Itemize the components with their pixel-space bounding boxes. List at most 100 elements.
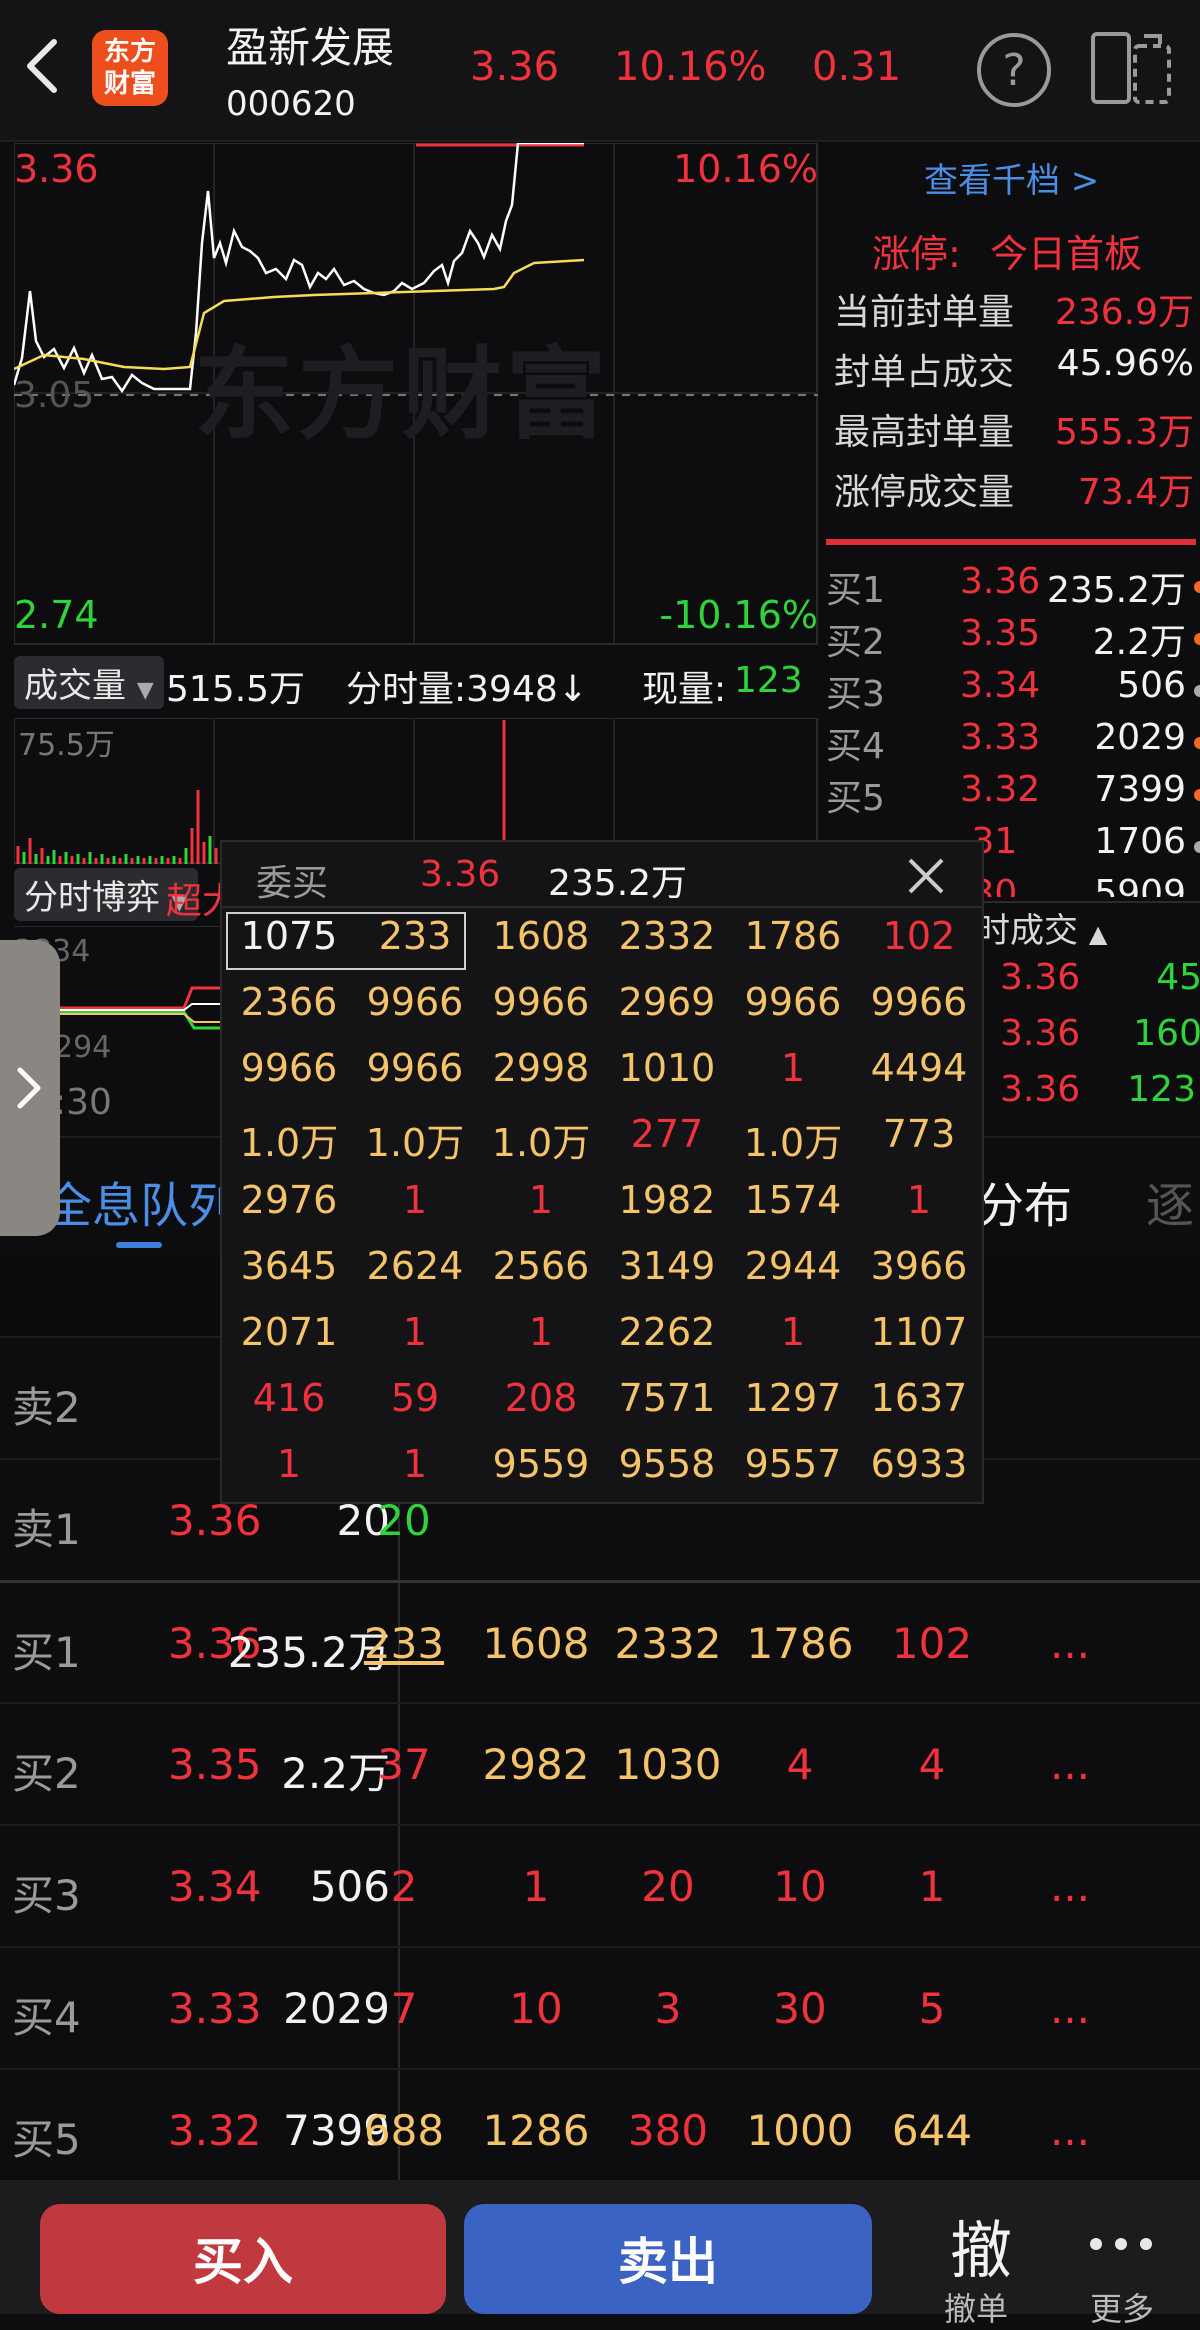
limit-up-value: 今日首板 (990, 232, 1143, 276)
status-dot-icon (1194, 685, 1200, 697)
volume-total: 515.5万 (166, 669, 306, 710)
queue-cell[interactable]: 2944 (730, 1244, 856, 1288)
queue-cell[interactable]: 2998 (478, 1046, 604, 1090)
volume-dropdown-label: 成交量 (24, 666, 126, 706)
queue-cell[interactable]: 7571 (604, 1376, 730, 1420)
close-icon[interactable] (906, 856, 946, 896)
queue-cell[interactable]: 1608 (478, 914, 604, 958)
queue-cell[interactable]: 1107 (856, 1310, 982, 1354)
queue-cell[interactable]: 1 (730, 1046, 856, 1090)
chart-bottom-percent: -10.16% (659, 593, 818, 637)
queue-cell[interactable]: 1.0万 (352, 1112, 478, 1167)
queue-cell[interactable]: 1 (352, 1178, 478, 1222)
chevron-right-icon (17, 1067, 41, 1109)
level-row[interactable]: 买5 3.32 7399 688 1286 380 1000 644... (0, 2068, 1200, 2182)
buy-queue-popup[interactable]: 委买 3.36 235.2万 1075 233 1608 2332 1786 102 236… (220, 840, 984, 1504)
ob-label: 买2 (826, 622, 885, 663)
queue-cell[interactable]: 1 (730, 1310, 856, 1354)
level-row[interactable]: 买4 3.33 2029 7 10 3 30 5... (0, 1946, 1200, 2070)
queue-cell[interactable]: 1 (352, 1442, 478, 1486)
tab-tick-by-tick[interactable]: 逐 (1146, 1166, 1194, 1236)
chart-top-percent: 10.16% (673, 147, 818, 191)
queue-cell[interactable]: 277 (604, 1112, 730, 1156)
queue-cell[interactable]: 1.0万 (730, 1112, 856, 1167)
queue-cell[interactable]: 1 (478, 1178, 604, 1222)
queue-cell[interactable]: 773 (856, 1112, 982, 1156)
queue-cell[interactable]: 9966 (856, 980, 982, 1024)
level-label: 买2 (12, 1749, 81, 1798)
dropdown-arrow-icon: ▼ (136, 678, 154, 703)
queue-cell[interactable]: 2624 (352, 1244, 478, 1288)
ob-qty: 506 (1117, 665, 1186, 706)
queue-cell[interactable]: 2262 (604, 1310, 730, 1354)
queue-cell[interactable]: 3149 (604, 1244, 730, 1288)
queue-cell[interactable]: 9966 (478, 980, 604, 1024)
queue-cell[interactable]: 2071 (226, 1310, 352, 1354)
queue-order-size: 2332 (614, 1619, 722, 1668)
queue-cell[interactable]: 416 (226, 1376, 352, 1420)
switch-layout-icon[interactable] (1090, 30, 1174, 106)
queue-cell[interactable]: 208 (478, 1376, 604, 1420)
queue-cell[interactable]: 102 (856, 914, 982, 958)
tab-queue[interactable]: 全息队列 (44, 1166, 236, 1236)
queue-cell[interactable]: 9558 (604, 1442, 730, 1486)
intraday-chart[interactable]: 东方财富 3.36 10.16% 3.05 2.74 -10.16% (14, 143, 818, 645)
queue-cell[interactable]: 1010 (604, 1046, 730, 1090)
queue-cell[interactable]: 2969 (604, 980, 730, 1024)
chart-watermark: 东方财富 (194, 336, 610, 453)
level-row[interactable]: 买1 3.36 235.2万 233 1608 2332 1786 102... (0, 1580, 1200, 1705)
buy-button[interactable]: 买入 (40, 2204, 446, 2314)
queue-order-size: 10 (773, 1862, 827, 1911)
side-drawer-handle[interactable] (0, 940, 60, 1236)
queue-cell[interactable]: 233 (352, 914, 478, 958)
queue-cell[interactable]: 2366 (226, 980, 352, 1024)
more-button[interactable]: 更多 (1080, 2180, 1200, 2328)
ob-qty: 2029 (1094, 717, 1186, 758)
trades-title[interactable]: 时成交 ▲ (976, 903, 1107, 952)
queue-cell[interactable]: 2976 (226, 1178, 352, 1222)
queue-cell[interactable]: 59 (352, 1376, 478, 1420)
level-label: 卖1 (12, 1505, 81, 1554)
queue-cell[interactable]: 9557 (730, 1442, 856, 1486)
queue-cell[interactable]: 1 (856, 1178, 982, 1222)
stat-value: 236.9万 (1054, 292, 1194, 333)
queue-cell[interactable]: 1.0万 (478, 1112, 604, 1167)
queue-cell[interactable]: 1786 (730, 914, 856, 958)
level-price: 3.33 (168, 1984, 262, 2033)
queue-cell[interactable]: 1 (226, 1442, 352, 1486)
volume-dropdown[interactable]: 成交量 ▼ (14, 656, 164, 709)
level-row[interactable]: 买2 3.35 2.2万 37 2982 1030 4 4... (0, 1702, 1200, 1826)
queue-cell[interactable]: 4494 (856, 1046, 982, 1090)
tab-distribution[interactable]: 分布 (976, 1166, 1072, 1236)
queue-order-size: 102 (891, 1619, 973, 1668)
queue-cell[interactable]: 6933 (856, 1442, 982, 1486)
cancel-order-button[interactable]: 撤 撤单 (900, 2180, 1060, 2328)
minute-volume: 分时量:3948↓ (346, 669, 588, 710)
queue-cell[interactable]: 1 (352, 1310, 478, 1354)
queue-cell[interactable]: 1 (478, 1310, 604, 1354)
ob-qty: 5909 (1094, 873, 1186, 897)
view-1000-levels-link[interactable]: 查看千档 > (924, 153, 1099, 202)
queue-cell[interactable]: 9966 (352, 980, 478, 1024)
queue-cell[interactable]: 2332 (604, 914, 730, 958)
queue-cell[interactable]: 9559 (478, 1442, 604, 1486)
queue-cell[interactable]: 1637 (856, 1376, 982, 1420)
queue-cell[interactable]: 1297 (730, 1376, 856, 1420)
queue-cell[interactable]: 1574 (730, 1178, 856, 1222)
sort-up-icon: ▲ (1088, 920, 1108, 948)
queue-cell[interactable]: 3645 (226, 1244, 352, 1288)
tab-active-indicator (116, 1242, 162, 1248)
queue-cell[interactable]: 2566 (478, 1244, 604, 1288)
queue-cell[interactable]: 1.0万 (226, 1112, 352, 1167)
queue-cell[interactable]: 9966 (226, 1046, 352, 1090)
queue-cell[interactable]: 9966 (352, 1046, 478, 1090)
back-icon[interactable] (22, 36, 62, 96)
queue-cell[interactable]: 1075 (226, 914, 352, 958)
queue-cell[interactable]: 1982 (604, 1178, 730, 1222)
queue-cell[interactable]: 9966 (730, 980, 856, 1024)
sell-button[interactable]: 卖出 (464, 2204, 872, 2314)
help-icon[interactable]: ? (974, 30, 1054, 110)
queue-cell[interactable]: 3966 (856, 1244, 982, 1288)
level-price: 3.35 (168, 1740, 262, 1789)
level-row[interactable]: 买3 3.34 506 2 1 20 10 1... (0, 1824, 1200, 1948)
